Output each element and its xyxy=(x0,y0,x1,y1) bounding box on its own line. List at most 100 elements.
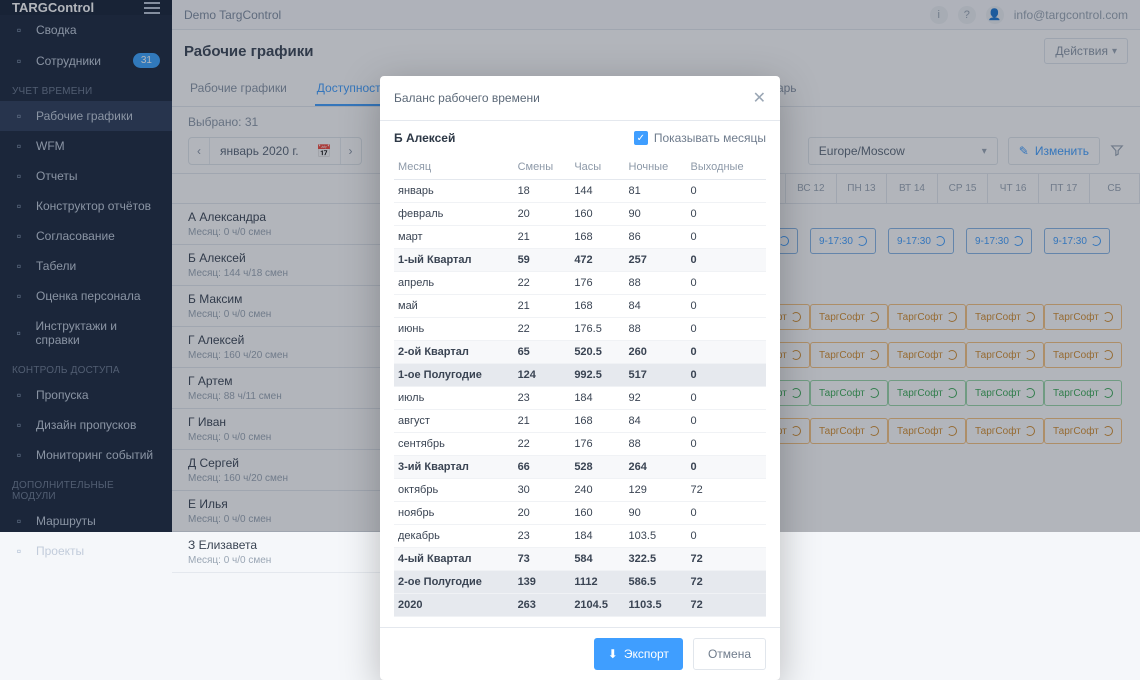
table-cell: 264 xyxy=(625,456,687,479)
table-row: 1-ое Полугодие124992.55170 xyxy=(394,364,766,387)
table-cell: октябрь xyxy=(394,479,514,502)
table-cell: 0 xyxy=(687,364,766,387)
table-cell: 90 xyxy=(625,203,687,226)
table-cell: 0 xyxy=(687,433,766,456)
table-cell: 0 xyxy=(687,226,766,249)
table-cell: 22 xyxy=(514,318,571,341)
table-cell: 168 xyxy=(570,295,624,318)
table-cell: 30 xyxy=(514,479,571,502)
table-cell: 139 xyxy=(514,571,571,594)
table-cell: 2-ой Квартал xyxy=(394,341,514,364)
table-row: 2-ое Полугодие1391112586.572 xyxy=(394,571,766,594)
table-row: март21168860 xyxy=(394,226,766,249)
table-cell: 86 xyxy=(625,226,687,249)
table-row: октябрь3024012972 xyxy=(394,479,766,502)
table-cell: май xyxy=(394,295,514,318)
modal-title: Баланс рабочего времени xyxy=(394,91,540,105)
table-cell: 92 xyxy=(625,387,687,410)
table-cell: 0 xyxy=(687,295,766,318)
table-cell: 18 xyxy=(514,180,571,203)
project-icon: ▫ xyxy=(12,544,26,558)
table-cell: 0 xyxy=(687,203,766,226)
table-cell: 0 xyxy=(687,387,766,410)
table-row: февраль20160900 xyxy=(394,203,766,226)
modal-employee: Б Алексей xyxy=(394,131,455,145)
table-cell: 72 xyxy=(687,594,766,617)
table-cell: 517 xyxy=(625,364,687,387)
table-cell: 72 xyxy=(687,571,766,594)
table-cell: 73 xyxy=(514,548,571,571)
table-cell: 0 xyxy=(687,410,766,433)
table-cell: декабрь xyxy=(394,525,514,548)
table-cell: 0 xyxy=(687,341,766,364)
table-cell: 2020 xyxy=(394,594,514,617)
table-cell: ноябрь xyxy=(394,502,514,525)
checkbox-label: Показывать месяцы xyxy=(654,131,766,145)
table-cell: 0 xyxy=(687,272,766,295)
table-cell: 22 xyxy=(514,433,571,456)
table-cell: 0 xyxy=(687,456,766,479)
table-row: июнь22176.5880 xyxy=(394,318,766,341)
table-cell: 65 xyxy=(514,341,571,364)
table-row: декабрь23184103.50 xyxy=(394,525,766,548)
checkbox-icon: ✓ xyxy=(634,131,648,145)
table-cell: 21 xyxy=(514,295,571,318)
table-cell: 168 xyxy=(570,226,624,249)
table-cell: 184 xyxy=(570,525,624,548)
table-cell: 184 xyxy=(570,387,624,410)
show-months-checkbox[interactable]: ✓ Показывать месяцы xyxy=(634,131,766,145)
download-icon: ⬇ xyxy=(608,647,618,661)
table-cell: 322.5 xyxy=(625,548,687,571)
table-cell: 20 xyxy=(514,203,571,226)
table-cell: 66 xyxy=(514,456,571,479)
table-cell: 160 xyxy=(570,502,624,525)
table-cell: сентябрь xyxy=(394,433,514,456)
table-row: 1-ый Квартал594722570 xyxy=(394,249,766,272)
table-cell: апрель xyxy=(394,272,514,295)
balance-modal: Баланс рабочего времени ✕ Б Алексей ✓ По… xyxy=(380,76,780,680)
table-header: Часы xyxy=(570,155,624,180)
balance-table: МесяцСменыЧасыНочныеВыходные январь18144… xyxy=(394,155,766,617)
sidebar-item-Проекты[interactable]: ▫Проекты xyxy=(0,536,172,566)
table-cell: 992.5 xyxy=(570,364,624,387)
table-cell: 88 xyxy=(625,318,687,341)
table-cell: 3-ий Квартал xyxy=(394,456,514,479)
table-cell: март xyxy=(394,226,514,249)
table-cell: 81 xyxy=(625,180,687,203)
table-cell: 0 xyxy=(687,180,766,203)
table-cell: 23 xyxy=(514,525,571,548)
table-cell: январь xyxy=(394,180,514,203)
table-cell: 584 xyxy=(570,548,624,571)
table-cell: 260 xyxy=(625,341,687,364)
table-cell: 176 xyxy=(570,433,624,456)
table-header: Выходные xyxy=(687,155,766,180)
table-cell: 176 xyxy=(570,272,624,295)
export-button[interactable]: ⬇ Экспорт xyxy=(594,638,683,670)
table-cell: 1-ый Квартал xyxy=(394,249,514,272)
table-cell: 0 xyxy=(687,525,766,548)
table-cell: 1112 xyxy=(570,571,624,594)
cancel-button[interactable]: Отмена xyxy=(693,638,766,670)
table-cell: 124 xyxy=(514,364,571,387)
table-cell: 586.5 xyxy=(625,571,687,594)
table-row: апрель22176880 xyxy=(394,272,766,295)
table-cell: 472 xyxy=(570,249,624,272)
close-icon[interactable]: ✕ xyxy=(753,88,766,108)
table-row: июль23184920 xyxy=(394,387,766,410)
table-cell: 103.5 xyxy=(625,525,687,548)
export-label: Экспорт xyxy=(624,647,669,661)
table-cell: 129 xyxy=(625,479,687,502)
table-header: Месяц xyxy=(394,155,514,180)
table-row: январь18144810 xyxy=(394,180,766,203)
table-cell: июнь xyxy=(394,318,514,341)
table-row: май21168840 xyxy=(394,295,766,318)
table-row: 4-ый Квартал73584322.572 xyxy=(394,548,766,571)
table-row: август21168840 xyxy=(394,410,766,433)
table-cell: 90 xyxy=(625,502,687,525)
table-cell: 4-ый Квартал xyxy=(394,548,514,571)
table-header: Смены xyxy=(514,155,571,180)
table-cell: 88 xyxy=(625,433,687,456)
table-cell: 1-ое Полугодие xyxy=(394,364,514,387)
cancel-label: Отмена xyxy=(708,647,751,661)
table-cell: 21 xyxy=(514,410,571,433)
